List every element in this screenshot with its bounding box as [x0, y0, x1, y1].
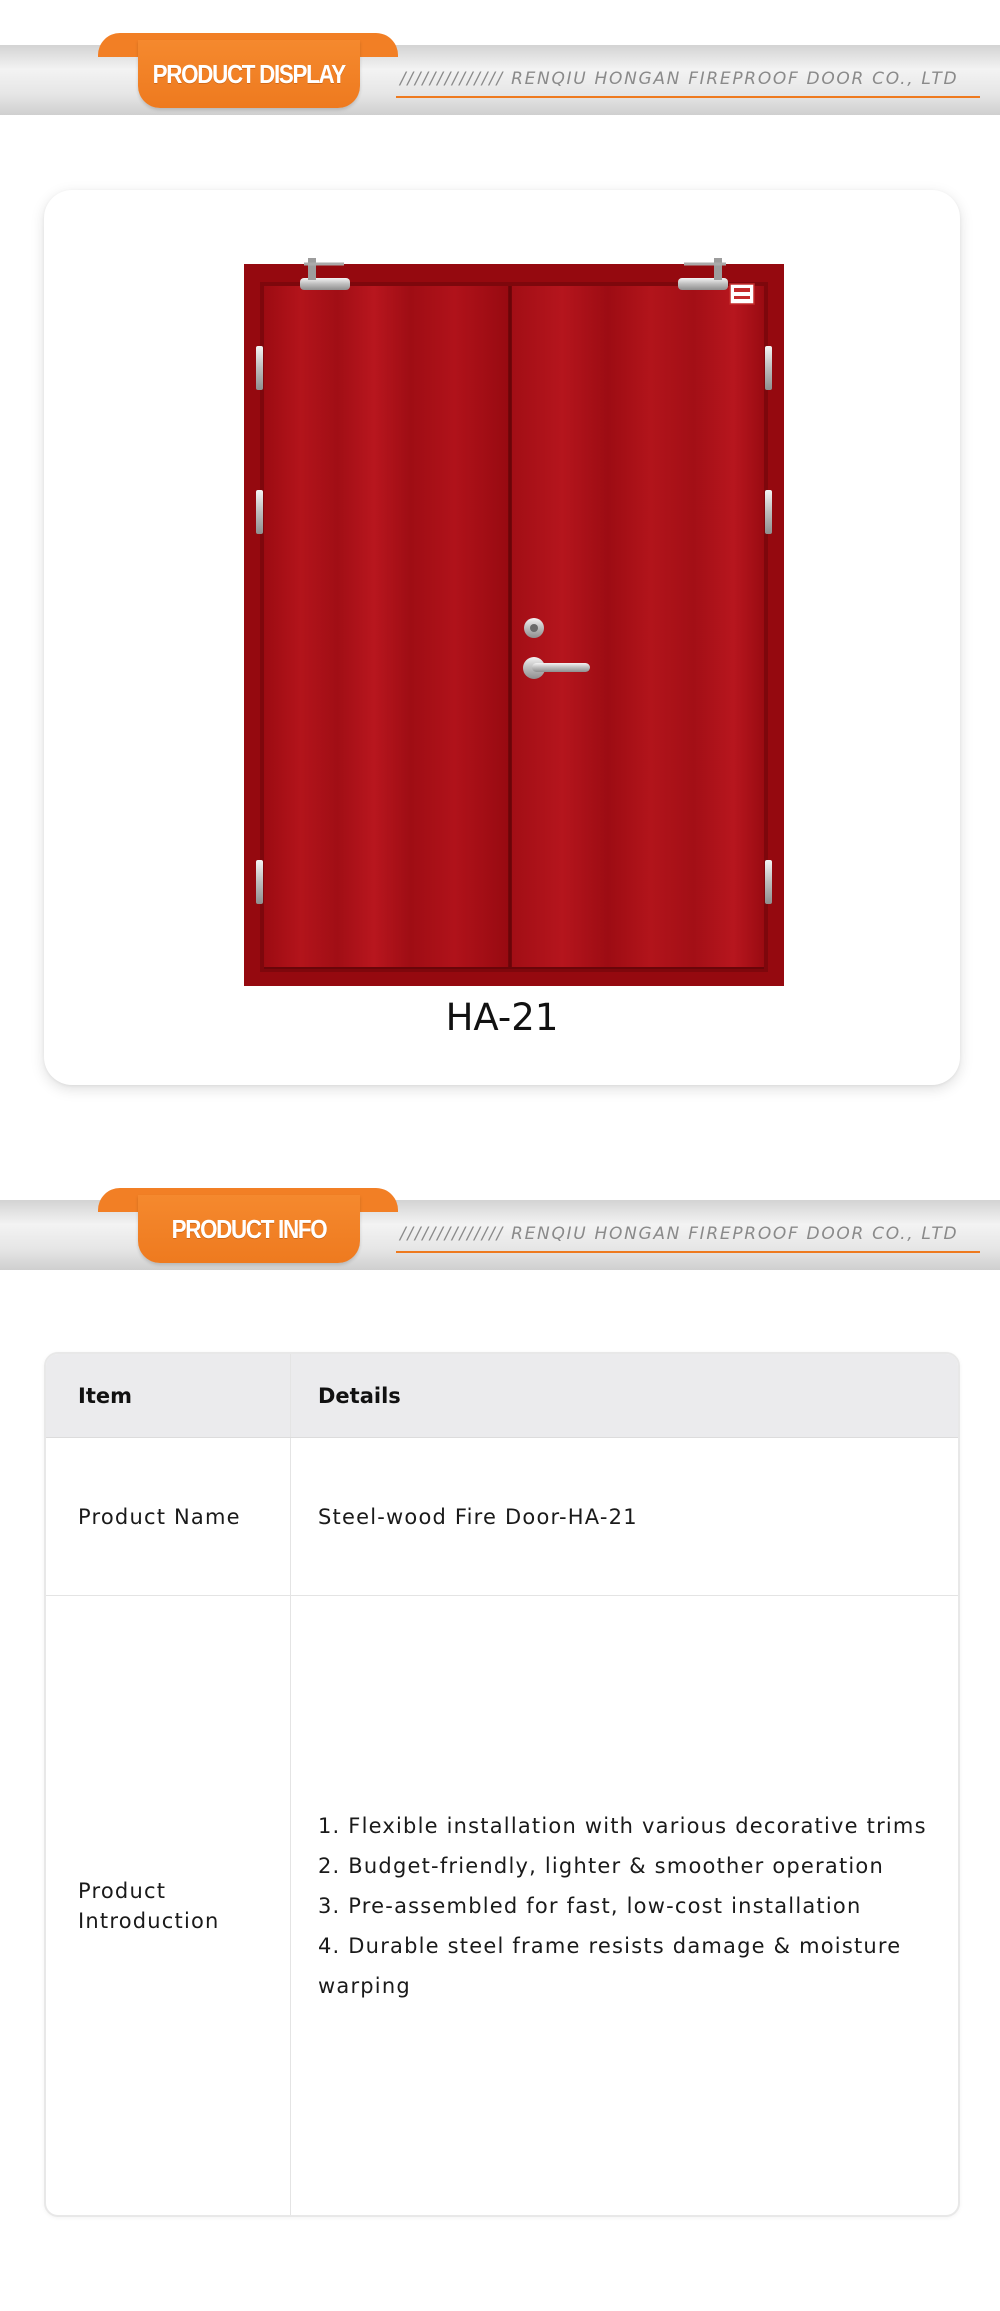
banner-tab: PRODUCT INFO: [138, 1195, 360, 1263]
header-details: Details: [318, 1383, 401, 1408]
table-row: Product Introduction 1. Flexible install…: [46, 1596, 958, 2215]
row-item-product-introduction: Product Introduction: [78, 1876, 220, 1936]
item-line: Product: [78, 1878, 167, 1903]
table-header-row: Item Details: [46, 1354, 958, 1438]
table-row: Product Name Steel-wood Fire Door-HA-21: [46, 1438, 958, 1596]
list-item: 2. Budget-friendly, lighter & smoother o…: [318, 1853, 884, 1878]
product-introduction-list: 1. Flexible installation with various de…: [318, 1806, 928, 2006]
company-name: ////////////// RENQIU HONGAN FIREPROOF D…: [400, 69, 959, 89]
list-item: 1. Flexible installation with various de…: [318, 1813, 927, 1838]
product-info-banner: PRODUCT INFO ////////////// RENQIU HONGA…: [0, 1155, 1000, 1280]
list-item: 4. Durable steel frame resists damage & …: [318, 1933, 902, 1998]
item-line: Introduction: [78, 1908, 220, 1933]
company-name: ////////////// RENQIU HONGAN FIREPROOF D…: [400, 1224, 959, 1244]
banner-tab: PRODUCT DISPLAY: [138, 40, 360, 108]
product-info-table: Item Details Product Name Steel-wood Fir…: [44, 1352, 960, 2217]
product-display-banner: PRODUCT DISPLAY ////////////// RENQIU HO…: [0, 0, 1000, 125]
section-title: PRODUCT INFO: [171, 1213, 328, 1244]
section-title: PRODUCT DISPLAY: [152, 58, 347, 89]
row-details-product-name: Steel-wood Fire Door-HA-21: [318, 1504, 638, 1529]
header-item: Item: [46, 1354, 291, 1437]
company-underline: [396, 1251, 980, 1253]
list-item: 3. Pre-assembled for fast, low-cost inst…: [318, 1893, 862, 1918]
row-item-product-name: Product Name: [78, 1504, 241, 1529]
product-model-label: HA-21: [445, 996, 559, 1039]
company-underline: [396, 96, 980, 98]
product-image-card: HA-21: [44, 190, 960, 1085]
fire-door-image: [244, 258, 784, 986]
